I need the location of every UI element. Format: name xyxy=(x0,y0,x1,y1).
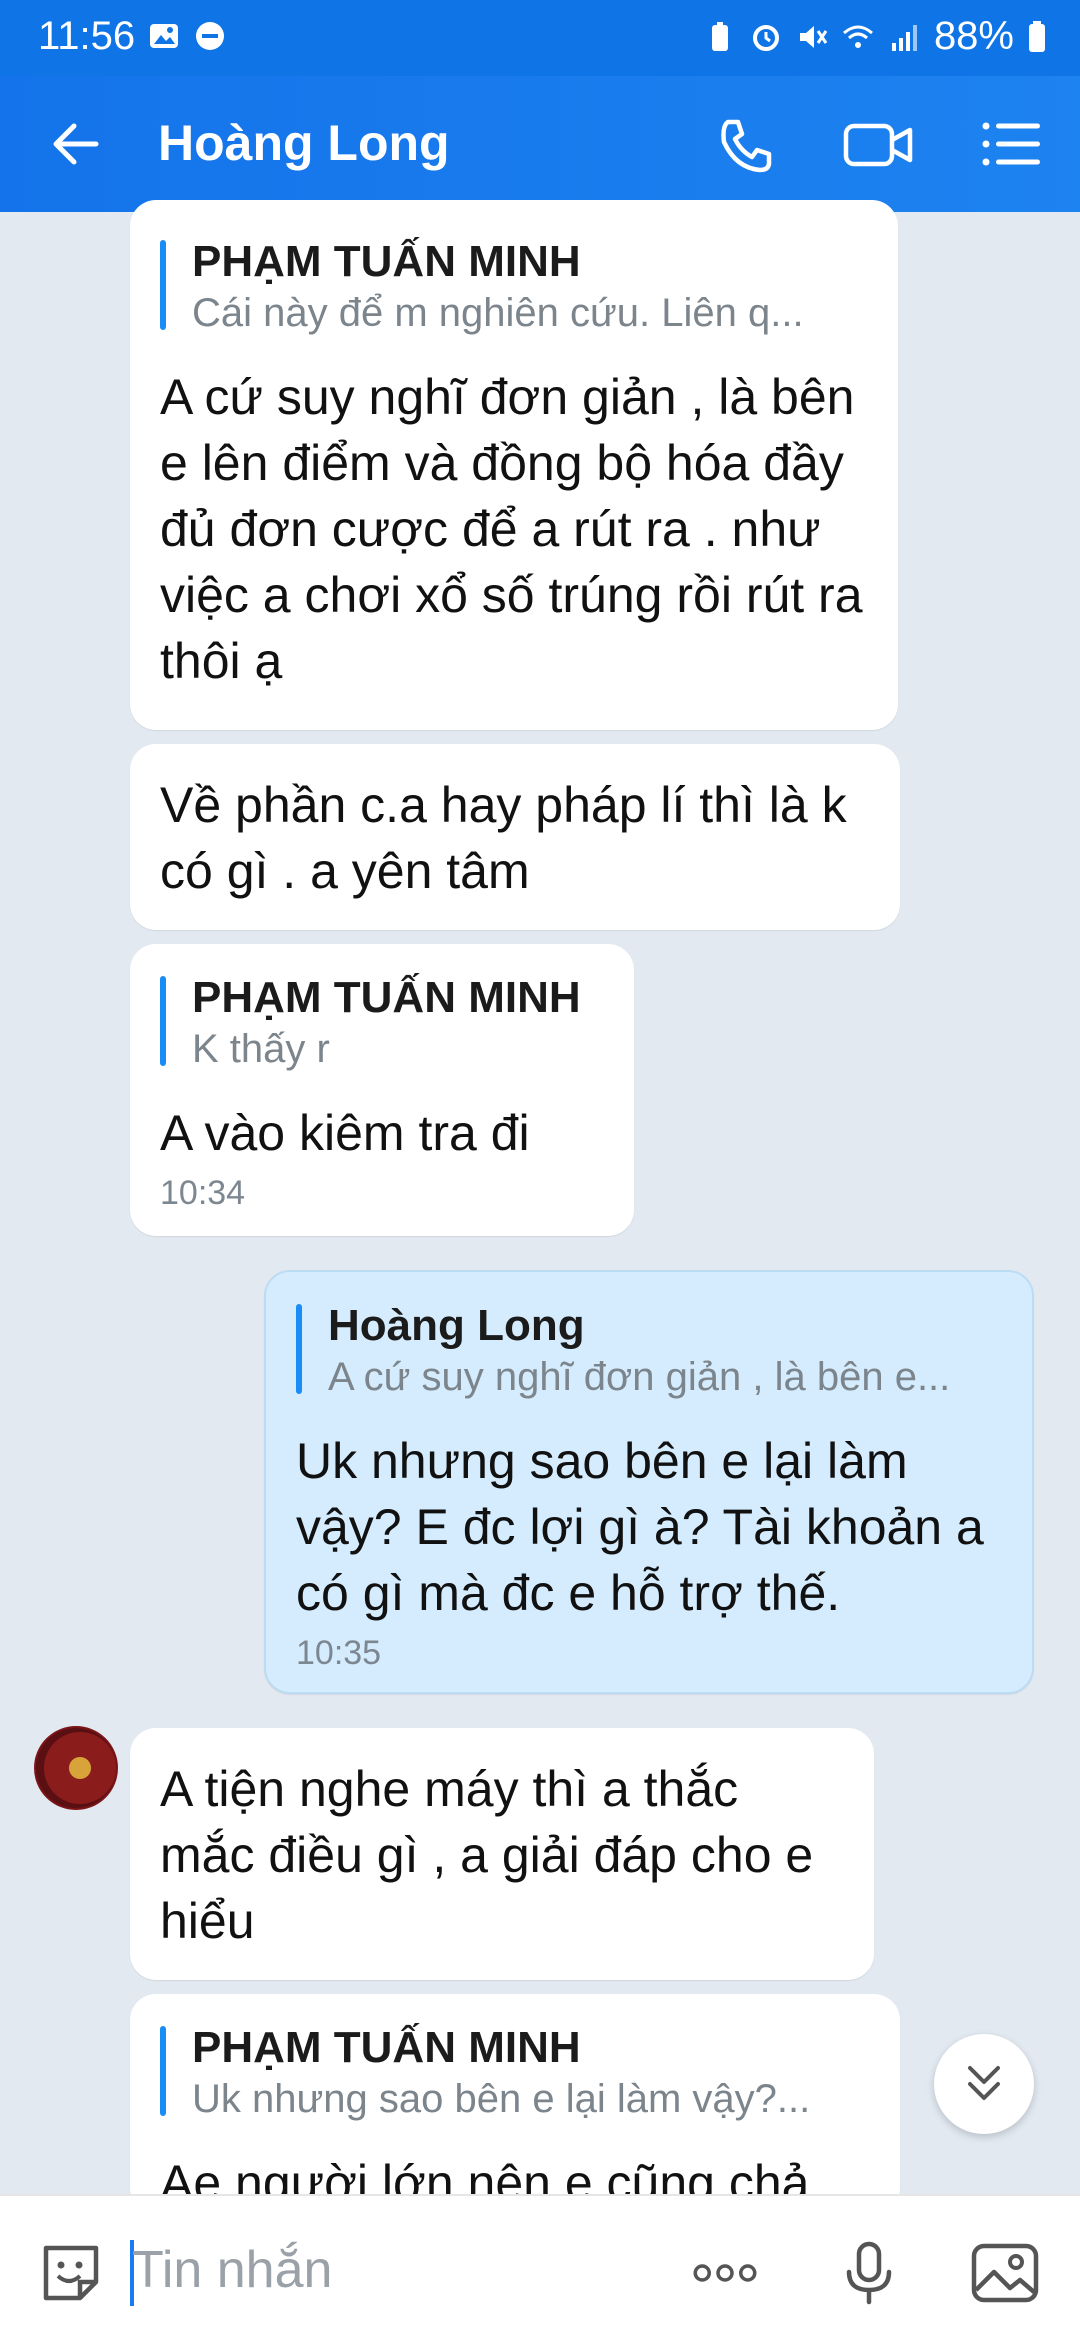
quote-text: A cứ suy nghĩ đơn giản , là bên e... xyxy=(328,1355,951,1399)
message-bubble-incoming[interactable]: PHẠM TUẤN MINH Uk nhưng sao bên e lại là… xyxy=(130,1994,900,2214)
message-time: 10:35 xyxy=(296,1634,382,1672)
reply-quote[interactable]: PHẠM TUẤN MINH Cái này để m nghiên cứu. … xyxy=(160,236,868,338)
sender-avatar[interactable] xyxy=(34,1726,118,1810)
double-chevron-down-icon xyxy=(968,2066,1000,2100)
quote-author: Hoàng Long xyxy=(328,1301,585,1350)
message-bubble-incoming[interactable]: A tiện nghe máy thì a thắc mắc điều gì ,… xyxy=(130,1728,874,1980)
reply-quote[interactable]: PHẠM TUẤN MINH K thấy r xyxy=(160,972,604,1074)
message-bubble-incoming[interactable]: Về phần c.a hay pháp lí thì là k có gì .… xyxy=(130,744,900,930)
back-arrow-icon[interactable] xyxy=(44,112,108,176)
battery-saver-icon xyxy=(711,21,728,51)
reply-quote[interactable]: Hoàng Long A cứ suy nghĩ đơn giản , là b… xyxy=(296,1300,1002,1402)
reply-quote[interactable]: PHẠM TUẤN MINH Uk nhưng sao bên e lại là… xyxy=(160,2022,870,2124)
gallery-notification-icon xyxy=(150,24,178,48)
message-bubble-outgoing[interactable]: Hoàng Long A cứ suy nghĩ đơn giản , là b… xyxy=(264,1270,1034,1694)
alarm-icon xyxy=(752,24,779,51)
status-right: 88% xyxy=(704,14,1046,59)
message-text: Uk nhưng sao bên e lại làm vậy? E đc lợi… xyxy=(296,1433,984,1621)
battery-icon xyxy=(1029,20,1045,52)
chat-header: Hoàng Long xyxy=(0,76,1080,212)
mute-icon xyxy=(799,25,828,48)
video-call-icon[interactable] xyxy=(842,112,914,176)
status-bar: 11:56 88% xyxy=(0,0,1080,76)
quote-author: PHẠM TUẤN MINH xyxy=(192,2023,581,2072)
message-text: Về phần c.a hay pháp lí thì là k có gì .… xyxy=(160,777,847,899)
message-bubble-incoming[interactable]: PHẠM TUẤN MINH K thấy r A vào kiêm tra đ… xyxy=(130,944,634,1236)
microphone-icon[interactable] xyxy=(834,2238,904,2308)
message-text: A tiện nghe máy thì a thắc mắc điều gì ,… xyxy=(160,1761,814,1949)
signal-icon xyxy=(891,24,917,51)
more-options-icon[interactable] xyxy=(690,2238,760,2308)
wifi-icon xyxy=(842,25,873,48)
quote-text: Uk nhưng sao bên e lại làm vậy?... xyxy=(192,2077,811,2121)
message-text: A vào kiêm tra đi xyxy=(160,1105,530,1161)
menu-list-icon[interactable] xyxy=(976,112,1048,176)
battery-percent: 88% xyxy=(933,14,1014,58)
sticker-icon[interactable] xyxy=(36,2238,106,2308)
message-input[interactable]: Tin nhắn xyxy=(132,2240,332,2300)
quote-author: PHẠM TUẤN MINH xyxy=(192,973,581,1022)
quote-author: PHẠM TUẤN MINH xyxy=(192,237,581,286)
message-text: A cứ suy nghĩ đơn giản , là bên e lên đi… xyxy=(160,369,863,689)
image-icon[interactable] xyxy=(970,2238,1040,2308)
message-input-bar: Tin nhắn xyxy=(0,2194,1080,2342)
contact-name[interactable]: Hoàng Long xyxy=(158,114,450,172)
message-bubble-incoming[interactable]: PHẠM TUẤN MINH Cái này để m nghiên cứu. … xyxy=(130,200,898,730)
phone-icon[interactable] xyxy=(710,112,782,176)
status-left-icons xyxy=(148,20,226,52)
quote-text: Cái này để m nghiên cứu. Liên q... xyxy=(192,291,804,335)
quote-text: K thấy r xyxy=(192,1027,330,1071)
scroll-to-bottom-button[interactable] xyxy=(934,2034,1034,2134)
do-not-disturb-icon xyxy=(196,22,224,50)
status-time: 11:56 xyxy=(38,14,136,58)
message-time: 10:34 xyxy=(160,1174,246,1212)
